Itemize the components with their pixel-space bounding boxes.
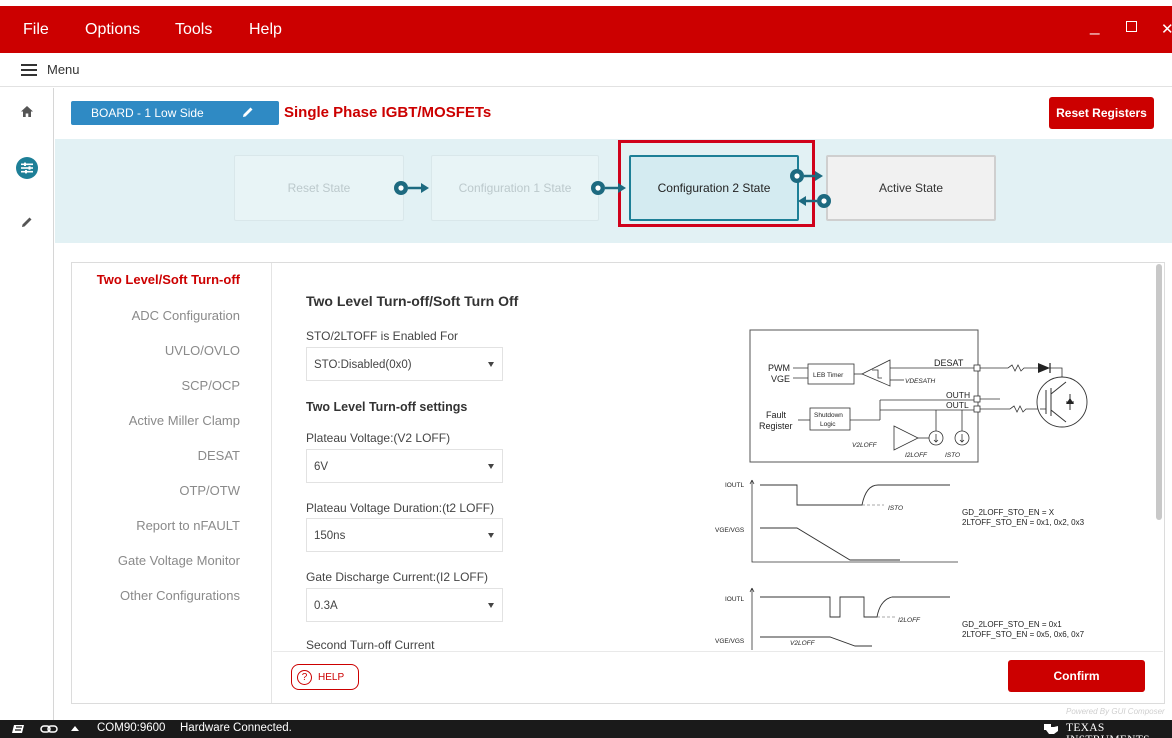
sidebar-item-scp[interactable]: SCP/OCP — [181, 378, 240, 393]
powered-by-text: Powered By GUI Composer — [1066, 707, 1165, 716]
sidebar-item-uvlo[interactable]: UVLO/OVLO — [165, 343, 240, 358]
serial-port-icon[interactable] — [12, 724, 25, 734]
transition-arrow-icon[interactable] — [589, 176, 631, 200]
help-label: HELP — [318, 671, 345, 683]
pencil-icon[interactable] — [0, 202, 54, 242]
duration-label: Plateau Voltage Duration:(t2 LOFF) — [306, 501, 495, 515]
diagram-desat: DESAT — [934, 358, 964, 368]
wave-i2loff: I2LOFF — [898, 617, 921, 624]
diagram-shutdown1: Shutdown — [814, 412, 843, 419]
caret-up-icon[interactable] — [71, 725, 79, 732]
hamburger-icon[interactable] — [21, 64, 37, 76]
config-sidebar — [72, 263, 272, 703]
diagram-fault: Fault — [766, 410, 787, 420]
wave-note2a: GD_2LOFF_STO_EN = 0x1 — [962, 620, 1062, 629]
help-icon: ? — [297, 669, 312, 685]
left-nav — [0, 88, 54, 720]
wave-iout-1: IOUTL — [725, 482, 745, 489]
diagram-register: Register — [759, 421, 793, 431]
diagram-outh: OUTH — [946, 390, 970, 400]
menu-label[interactable]: Menu — [47, 62, 80, 77]
com-port: COM90:9600 — [97, 722, 166, 734]
menu-help[interactable]: Help — [249, 21, 282, 39]
diagram-vdesath: VDESATH — [905, 378, 936, 385]
board-badge-label: BOARD - 1 Low Side — [91, 106, 204, 120]
ti-logo-icon — [1044, 724, 1058, 734]
plateau-label: Plateau Voltage:(V2 LOFF) — [306, 431, 451, 445]
section-title: Two Level Turn-off/Soft Turn Off — [306, 293, 519, 309]
ti-brand: TEXAS INSTRUMENTS — [1066, 722, 1150, 738]
state-reset[interactable]: Reset State — [234, 155, 404, 221]
sidebar-item-otp[interactable]: OTP/OTW — [179, 483, 240, 498]
state-configuration-1[interactable]: Configuration 1 State — [431, 155, 599, 221]
chevron-down-icon — [488, 603, 494, 608]
diagram-outl: OUTL — [946, 400, 969, 410]
page-title: Single Phase IGBT/MOSFETs — [284, 104, 492, 121]
menu-file[interactable]: File — [23, 21, 49, 39]
sidebar-item-desat[interactable]: DESAT — [198, 448, 240, 463]
wave-v2loff: V2LOFF — [790, 640, 816, 647]
sto-select-value: STO:Disabled(0x0) — [314, 359, 412, 371]
wave-note1b: 2LTOFF_STO_EN = 0x1, 0x2, 0x3 — [962, 518, 1085, 527]
discharge-select[interactable]: 0.3A — [306, 588, 503, 622]
transition-arrow-icon[interactable] — [786, 164, 826, 188]
settings-heading: Two Level Turn-off settings — [306, 400, 468, 414]
diagram-isto: ISTO — [945, 452, 960, 459]
wave-vge-1: VGE/VGS — [715, 527, 745, 534]
wave-vge-2: VGE/VGS — [715, 638, 745, 645]
minimize-icon[interactable]: _ — [1090, 16, 1099, 36]
sidebar-item-other[interactable]: Other Configurations — [120, 588, 240, 603]
second-turnoff-label: Second Turn-off Current — [306, 638, 435, 651]
edit-pencil-icon[interactable] — [242, 106, 254, 121]
wave-note2b: 2LTOFF_STO_EN = 0x5, 0x6, 0x7 — [962, 630, 1085, 639]
menu-options[interactable]: Options — [85, 21, 140, 39]
chevron-down-icon — [488, 533, 494, 538]
wave-note1a: GD_2LOFF_STO_EN = X — [962, 508, 1055, 517]
connection-status: Hardware Connected. — [180, 722, 292, 734]
discharge-select-value: 0.3A — [314, 600, 338, 612]
reset-registers-button[interactable]: Reset Registers — [1049, 97, 1154, 129]
duration-select[interactable]: 150ns — [306, 518, 503, 552]
menu-tools[interactable]: Tools — [175, 21, 212, 39]
diagram-shutdown2: Logic — [820, 421, 836, 428]
scrollbar-thumb[interactable] — [1156, 264, 1162, 520]
menubar: File Options Tools Help _ ✕ — [0, 6, 1172, 53]
status-bar: COM90:9600 Hardware Connected. TEXAS INS… — [0, 720, 1172, 738]
secondary-menu-bar: Menu — [0, 53, 1172, 87]
turnoff-diagram: PWM VGE LEB Timer DESAT VDESATH OUTH OUT… — [715, 329, 1088, 650]
duration-select-value: 150ns — [314, 530, 346, 542]
chevron-down-icon — [488, 464, 494, 469]
sidebar-item-nfault[interactable]: Report to nFAULT — [136, 518, 240, 533]
sidebar-item-gate-monitor[interactable]: Gate Voltage Monitor — [118, 553, 240, 568]
sto-label: STO/2LTOFF is Enabled For — [306, 329, 459, 343]
transition-arrow-icon[interactable] — [392, 176, 434, 200]
diagram-v2loff: V2LOFF — [852, 442, 878, 449]
maximize-icon[interactable] — [1126, 21, 1137, 32]
plateau-select[interactable]: 6V — [306, 449, 503, 483]
wave-iout-2: IOUTL — [725, 596, 745, 603]
chevron-down-icon — [488, 362, 494, 367]
sidebar-item-miller[interactable]: Active Miller Clamp — [129, 413, 240, 428]
confirm-button[interactable]: Confirm — [1008, 660, 1145, 692]
link-icon[interactable] — [40, 724, 58, 734]
close-icon[interactable]: ✕ — [1161, 20, 1172, 38]
discharge-label: Gate Discharge Current:(I2 LOFF) — [306, 570, 489, 584]
sidebar-item-two-level[interactable]: Two Level/Soft Turn-off — [97, 272, 240, 287]
home-icon[interactable] — [0, 91, 54, 131]
state-active[interactable]: Active State — [826, 155, 996, 221]
diagram-vge: VGE — [771, 374, 790, 384]
transition-back-arrow-icon[interactable] — [795, 189, 835, 213]
diagram-pwm: PWM — [768, 363, 790, 373]
sliders-icon[interactable] — [0, 148, 54, 188]
sto-select[interactable]: STO:Disabled(0x0) — [306, 347, 503, 381]
wave-isto: ISTO — [888, 505, 903, 512]
diagram-leb: LEB Timer — [813, 372, 844, 379]
board-badge[interactable]: BOARD - 1 Low Side — [71, 101, 279, 125]
plateau-select-value: 6V — [314, 461, 329, 473]
sidebar-item-adc[interactable]: ADC Configuration — [132, 308, 240, 323]
diagram-i2loff: I2LOFF — [905, 452, 928, 459]
help-button[interactable]: ? HELP — [291, 664, 359, 690]
